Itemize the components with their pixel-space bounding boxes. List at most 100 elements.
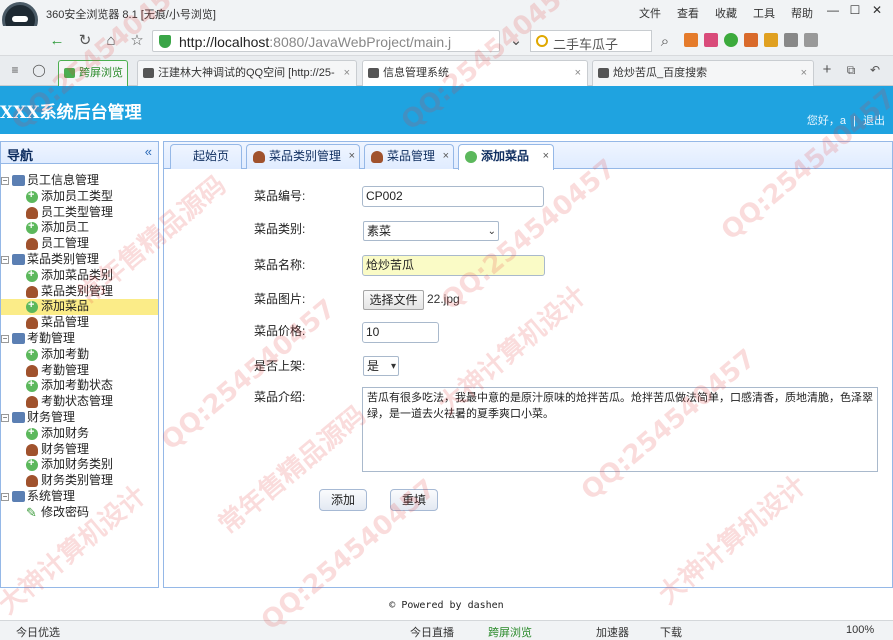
- dish-code-input[interactable]: CP002: [362, 186, 544, 207]
- undo-close-icon[interactable]: ↶: [864, 60, 886, 80]
- dish-name-input[interactable]: 炝炒苦瓜: [362, 255, 545, 276]
- on-sale-select[interactable]: 是 ▾: [363, 356, 399, 376]
- browser-tab-qzone[interactable]: 汪建林大神调试的QQ空间 [http://25- ×: [137, 60, 357, 86]
- tree-item-label: 修改密码: [41, 504, 90, 519]
- add-icon: [26, 425, 38, 441]
- tree-item[interactable]: 添加财务类别: [1, 456, 158, 473]
- choose-file-button[interactable]: 选择文件: [363, 290, 424, 310]
- tree-item[interactable]: 员工类型管理: [1, 205, 158, 221]
- close-tab-icon[interactable]: ×: [443, 145, 449, 167]
- tree-item[interactable]: 财务类别管理: [1, 473, 158, 489]
- collapse-toggle-icon[interactable]: −: [1, 492, 9, 501]
- collapse-toggle-icon[interactable]: −: [1, 255, 9, 264]
- close-tab-icon[interactable]: ×: [349, 145, 355, 167]
- browser-tab-info-system[interactable]: 信息管理系统 ×: [362, 60, 588, 87]
- dish-desc-textarea[interactable]: 苦瓜有很多吃法，我最中意的是原汁原味的炝拌苦瓜。炝拌苦瓜做法简单，口感清香，质地…: [362, 387, 878, 472]
- menu-help[interactable]: 帮助: [791, 5, 813, 21]
- dropdown-chevron-icon[interactable]: ⌄: [505, 31, 527, 51]
- mail-icon[interactable]: [704, 33, 718, 47]
- tree-group[interactable]: − 系统管理: [1, 489, 158, 505]
- browser-tab-cross-screen[interactable]: 跨屏浏览: [58, 60, 128, 86]
- tree-group[interactable]: − 员工信息管理: [1, 173, 158, 189]
- tree-item[interactable]: 添加财务: [1, 425, 158, 442]
- add-icon: [26, 377, 38, 393]
- maximize-icon[interactable]: ☐: [845, 3, 865, 17]
- tree-item[interactable]: 修改密码: [1, 505, 158, 521]
- tree-group[interactable]: − 菜品类别管理: [1, 252, 158, 268]
- new-tab-icon[interactable]: +: [816, 60, 838, 80]
- dish-price-input[interactable]: 10: [362, 322, 439, 343]
- close-tab-icon[interactable]: ×: [575, 61, 581, 85]
- home-icon[interactable]: ⌂: [100, 31, 122, 51]
- apps-icon[interactable]: [684, 33, 698, 47]
- tree-item[interactable]: 添加考勤: [1, 346, 158, 363]
- collapse-icon[interactable]: «: [145, 144, 152, 159]
- tree-item[interactable]: 财务管理: [1, 442, 158, 458]
- ad-block-icon[interactable]: [744, 33, 758, 47]
- tree-item[interactable]: 添加员工类型: [1, 188, 158, 205]
- nav-tree: − 员工信息管理添加员工类型员工类型管理添加员工员工管理 − 菜品类别管理添加菜品类别…: [1, 173, 158, 521]
- collapse-toggle-icon[interactable]: −: [1, 334, 9, 343]
- menu-view[interactable]: 查看: [677, 5, 699, 21]
- collapse-toggle-icon[interactable]: −: [1, 413, 9, 422]
- download-link[interactable]: 下载: [660, 624, 682, 640]
- dish-type-select[interactable]: 素菜 ⌄: [363, 221, 499, 241]
- back-icon[interactable]: ←: [46, 31, 68, 51]
- games-icon[interactable]: [784, 33, 798, 47]
- tree-item[interactable]: 考勤管理: [1, 363, 158, 379]
- tab-list-icon[interactable]: ⧉: [840, 60, 862, 80]
- tree-item[interactable]: 菜品管理: [1, 315, 158, 331]
- search-input[interactable]: 二手车瓜子: [530, 30, 652, 52]
- close-window-icon[interactable]: ✕: [867, 3, 887, 17]
- search-icon[interactable]: ⌕: [654, 32, 676, 52]
- tree-group[interactable]: − 财务管理: [1, 410, 158, 426]
- browser-statusbar: 今日优选 今日直播 跨屏浏览 加速器 下载 100%: [0, 620, 893, 640]
- extension-icon[interactable]: [804, 33, 818, 47]
- tab-dish-category-manage[interactable]: 菜品类别管理 ×: [246, 144, 360, 169]
- tab-restore-icon[interactable]: ◯: [28, 60, 50, 80]
- tree-item[interactable]: 添加员工: [1, 219, 158, 236]
- tab-menu-icon[interactable]: ≡: [4, 60, 26, 80]
- tab-home[interactable]: 起始页: [170, 144, 242, 169]
- triangle-down-icon: ▾: [390, 361, 396, 372]
- tab-dish-manage[interactable]: 菜品管理 ×: [364, 144, 454, 169]
- tree-item[interactable]: 菜品类别管理: [1, 284, 158, 300]
- reset-button[interactable]: 重填: [390, 489, 438, 511]
- browser-tab-baidu[interactable]: 炝炒苦瓜_百度搜索 ×: [592, 60, 814, 86]
- coupon-icon[interactable]: [764, 33, 778, 47]
- close-tab-icon[interactable]: ×: [543, 145, 549, 167]
- content-tabs: 起始页 菜品类别管理 × 菜品管理 × 添加菜品 ×: [164, 142, 892, 170]
- dish-code-label: 菜品编号:: [254, 189, 306, 203]
- refresh-icon[interactable]: ↻: [74, 31, 96, 51]
- tree-item[interactable]: 添加菜品: [1, 298, 158, 316]
- dish-price-label: 菜品价格:: [254, 324, 306, 338]
- sidebar: 导航 « − 员工信息管理添加员工类型员工类型管理添加员工员工管理 − 菜品类别管理添…: [0, 141, 159, 588]
- cross-screen-link[interactable]: 跨屏浏览: [488, 624, 532, 640]
- live-link[interactable]: 今日直播: [410, 624, 454, 640]
- tree-group[interactable]: − 考勤管理: [1, 331, 158, 347]
- browser-title: 360安全浏览器 8.1 [无痕/小号浏览]: [46, 9, 216, 21]
- translate-icon[interactable]: [724, 33, 738, 47]
- close-tab-icon[interactable]: ×: [801, 61, 807, 85]
- minimize-icon[interactable]: —: [823, 3, 843, 17]
- menu-favorites[interactable]: 收藏: [715, 5, 737, 21]
- tree-item-label: 添加菜品类别: [41, 267, 114, 282]
- tree-item-label: 添加考勤状态: [41, 378, 114, 393]
- tree-item[interactable]: 员工管理: [1, 236, 158, 252]
- tab-add-dish[interactable]: 添加菜品 ×: [458, 144, 554, 170]
- tree-item[interactable]: 考勤状态管理: [1, 394, 158, 410]
- daily-picks-link[interactable]: 今日优选: [16, 624, 60, 640]
- logout-link[interactable]: 退出: [863, 115, 885, 127]
- close-tab-icon[interactable]: ×: [344, 61, 350, 85]
- accelerator-link[interactable]: 加速器: [596, 624, 629, 640]
- menu-tools[interactable]: 工具: [753, 5, 775, 21]
- browser-toolbar: ← ↻ ⌂ ☆ http://localhost:8080/JavaWebPro…: [0, 26, 893, 56]
- tree-item[interactable]: 添加菜品类别: [1, 267, 158, 284]
- submit-button[interactable]: 添加: [319, 489, 367, 511]
- zoom-level[interactable]: 100%: [846, 624, 874, 636]
- tree-item[interactable]: 添加考勤状态: [1, 377, 158, 394]
- menu-file[interactable]: 文件: [639, 5, 661, 21]
- address-input[interactable]: http://localhost:8080/JavaWebProject/mai…: [152, 30, 500, 52]
- collapse-toggle-icon[interactable]: −: [1, 177, 9, 185]
- favorite-star-icon[interactable]: ☆: [126, 31, 148, 51]
